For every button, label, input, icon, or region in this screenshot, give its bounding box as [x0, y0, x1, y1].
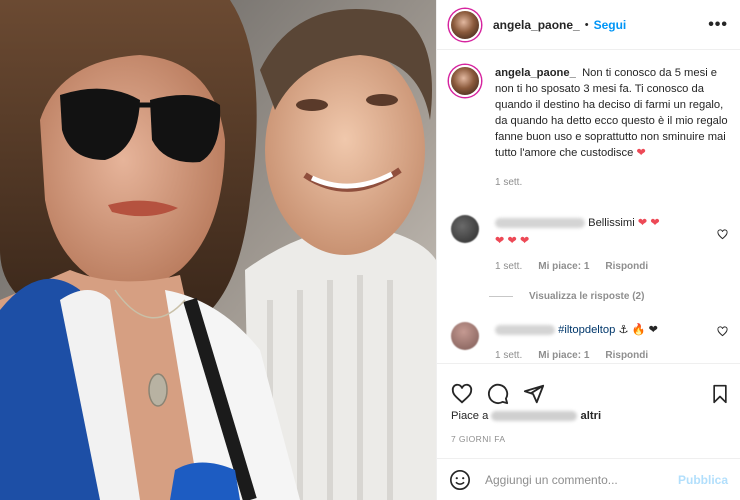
follow-button[interactable]: Segui: [594, 18, 627, 32]
post-photo[interactable]: [0, 0, 436, 500]
liker-username-blurred[interactable]: [491, 411, 578, 422]
comment-likes[interactable]: Mi piace: 1: [538, 348, 589, 363]
instagram-post: angela_paone_ • Segui ••• angela_paone_ …: [0, 0, 740, 500]
comment-time: 1 sett.: [495, 350, 523, 361]
bookmark-icon[interactable]: [710, 383, 730, 405]
comment-emoji: ⚓ 🔥 ❤: [618, 324, 659, 336]
post-timestamp: 7 GIORNI FA: [451, 434, 506, 444]
share-icon[interactable]: [523, 383, 545, 405]
commenter-username-blurred[interactable]: [495, 325, 555, 336]
comment-body: Bellissimi ❤ ❤ ❤ ❤ ❤ 1 sett. Mi piace: 1…: [495, 215, 717, 275]
more-options-icon[interactable]: •••: [708, 16, 728, 34]
view-replies-label: Visualizza le risposte (2): [529, 291, 645, 302]
comment-hashtag[interactable]: #iltopdeltop: [558, 324, 615, 336]
commenter-avatar[interactable]: [451, 322, 479, 350]
add-comment-bar: Pubblica: [437, 458, 740, 500]
view-replies-line: [489, 296, 513, 297]
caption-username[interactable]: angela_paone_: [495, 67, 576, 79]
smiley-icon[interactable]: [449, 469, 471, 491]
commenter-username-blurred[interactable]: [495, 218, 585, 229]
couple-selfie-image: [0, 0, 436, 500]
caption-body: angela_paone_ Non ti conosco da 5 mesi e…: [495, 65, 728, 191]
action-bar: [437, 363, 740, 411]
separator-dot: •: [584, 18, 589, 31]
caption-text: Non ti conosco da 5 mesi e non ti ho spo…: [495, 67, 728, 159]
heart-icon[interactable]: [451, 383, 473, 405]
reply-button[interactable]: Rispondi: [605, 259, 648, 275]
comment-item: Bellissimi ❤ ❤ ❤ ❤ ❤ 1 sett. Mi piace: 1…: [449, 215, 728, 275]
comment-emoji-line: ❤ ❤ ❤: [495, 235, 530, 247]
comments-section[interactable]: angela_paone_ Non ti conosco da 5 mesi e…: [437, 51, 740, 363]
publish-button[interactable]: Pubblica: [678, 473, 728, 487]
view-replies-button[interactable]: Visualizza le risposte (2): [489, 291, 728, 302]
likes-suffix[interactable]: altri: [581, 410, 602, 422]
comment-item: #iltopdeltop ⚓ 🔥 ❤ 1 sett. Mi piace: 1 R…: [449, 322, 728, 363]
caption-avatar[interactable]: [449, 65, 481, 97]
comment-icon[interactable]: [487, 383, 509, 405]
comment-emoji: ❤ ❤: [637, 217, 660, 229]
commenter-avatar[interactable]: [451, 215, 479, 243]
comment-body: #iltopdeltop ⚓ 🔥 ❤ 1 sett. Mi piace: 1 R…: [495, 322, 717, 363]
author-username[interactable]: angela_paone_: [493, 18, 580, 32]
post-side-panel: angela_paone_ • Segui ••• angela_paone_ …: [436, 0, 740, 500]
comment-likes[interactable]: Mi piace: 1: [538, 259, 589, 275]
comment-text: Bellissimi: [588, 217, 635, 229]
caption: angela_paone_ Non ti conosco da 5 mesi e…: [449, 65, 728, 191]
likes-summary[interactable]: Piace a altri: [451, 410, 601, 422]
comment-meta: 1 sett. Mi piace: 1 Rispondi: [495, 348, 717, 363]
reply-button[interactable]: Rispondi: [605, 348, 648, 363]
add-comment-input[interactable]: [485, 472, 670, 487]
comment-meta: 1 sett. Mi piace: 1 Rispondi: [495, 259, 717, 275]
comment-like-heart-icon[interactable]: [717, 229, 728, 240]
post-header: angela_paone_ • Segui •••: [437, 0, 740, 50]
heart-emoji: ❤: [636, 147, 646, 159]
comment-time: 1 sett.: [495, 261, 523, 272]
caption-time: 1 sett.: [495, 177, 523, 188]
likes-prefix: Piace a: [451, 410, 489, 422]
author-avatar[interactable]: [449, 8, 481, 41]
comment-like-heart-icon[interactable]: [717, 326, 728, 337]
